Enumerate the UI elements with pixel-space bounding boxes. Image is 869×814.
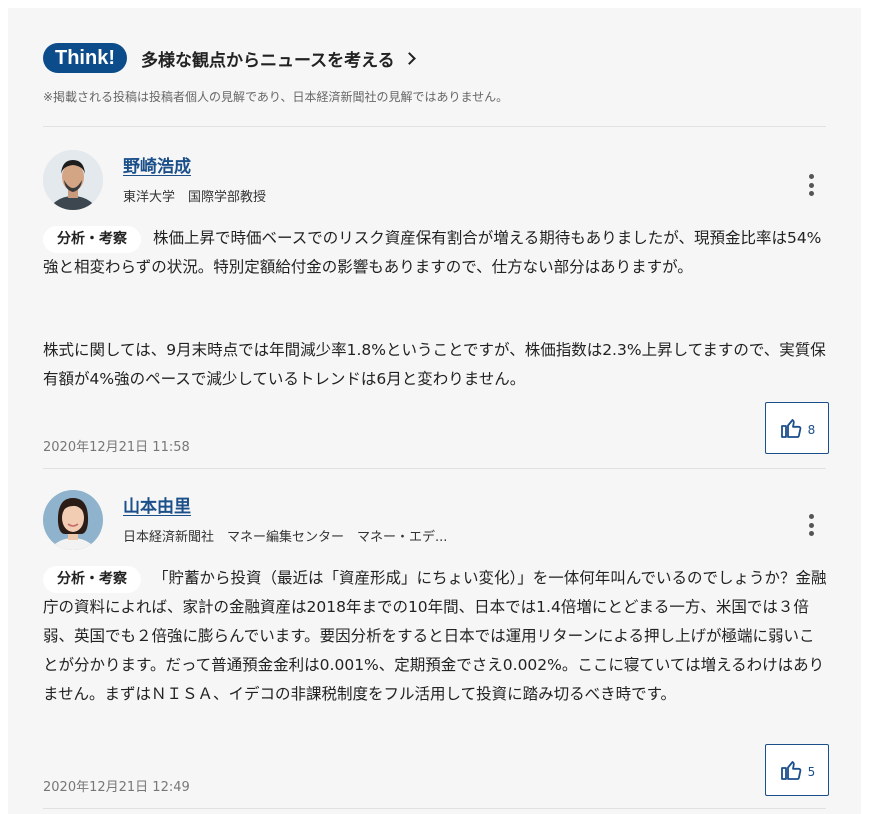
comment-body: 分析・考察 株価上昇で時価ベースでのリスク資産保有割合が増える期待もありましたが、… (43, 224, 829, 282)
comment-card: 山本由里 日本経済新聞社 マネー編集センター マネー・エデ... 分析・考察 「貯… (43, 490, 829, 800)
comment-body: 分析・考察 「貯蓄から投資（最近は「資産形成」にちょい変化）」を一体何年叫んでいる… (43, 564, 829, 709)
category-tag: 分析・考察 (43, 226, 141, 253)
avatar-woman-icon (43, 490, 103, 550)
avatar[interactable] (43, 150, 103, 210)
comment-card: 野崎浩成 東洋大学 国際学部教授 分析・考察 株価上昇で時価ベースでのリスク資産保… (43, 150, 829, 455)
divider (43, 126, 826, 127)
disclaimer: ※掲載される投稿は投稿者個人の見解であり、日本経済新聞社の見解ではありません。 (43, 90, 509, 104)
comment-body: 株式に関しては、9月末時点では年間減少率1.8%ということですが、株価指数は2.… (43, 336, 829, 394)
author-name[interactable]: 野崎浩成 (123, 152, 191, 177)
more-options-icon[interactable] (807, 174, 815, 196)
header-title: 多様な観点からニュースを考える (141, 50, 395, 71)
timestamp: 2020年12月21日 12:49 (43, 780, 190, 795)
think-panel: Think! 多様な観点からニュースを考える ※掲載される投稿は投稿者個人の見解… (8, 8, 861, 814)
thumbs-up-icon (780, 419, 801, 438)
category-tag: 分析・考察 (43, 566, 141, 593)
like-count: 8 (807, 423, 816, 437)
think-header[interactable]: Think! 多様な観点からニュースを考える (43, 43, 416, 73)
thumbs-up-icon (780, 761, 801, 780)
timestamp: 2020年12月21日 11:58 (43, 440, 190, 455)
header-title-link[interactable]: 多様な観点からニュースを考える (141, 46, 416, 71)
avatar[interactable] (43, 490, 103, 550)
like-button[interactable]: 8 (765, 402, 829, 454)
divider (43, 808, 826, 809)
comment-paragraph: 株価上昇で時価ベースでのリスク資産保有割合が増える期待もありましたが、現預金比率… (43, 229, 822, 276)
chevron-right-icon (402, 52, 416, 65)
author-affiliation: 日本経済新聞社 マネー編集センター マネー・エデ... (123, 530, 448, 545)
author-name[interactable]: 山本由里 (123, 492, 191, 517)
like-count: 5 (807, 765, 816, 779)
author-affiliation: 東洋大学 国際学部教授 (123, 190, 267, 205)
more-options-icon[interactable] (807, 514, 815, 536)
comment-paragraph: 株式に関しては、9月末時点では年間減少率1.8%ということですが、株価指数は2.… (43, 341, 826, 388)
like-button[interactable]: 5 (765, 744, 829, 796)
think-badge: Think! (43, 43, 127, 73)
divider (43, 468, 826, 469)
comment-paragraph: 「貯蓄から投資（最近は「資産形成」にちょい変化）」を一体何年叫んでいるのでしょう… (43, 569, 827, 703)
avatar-man-icon (43, 150, 103, 210)
